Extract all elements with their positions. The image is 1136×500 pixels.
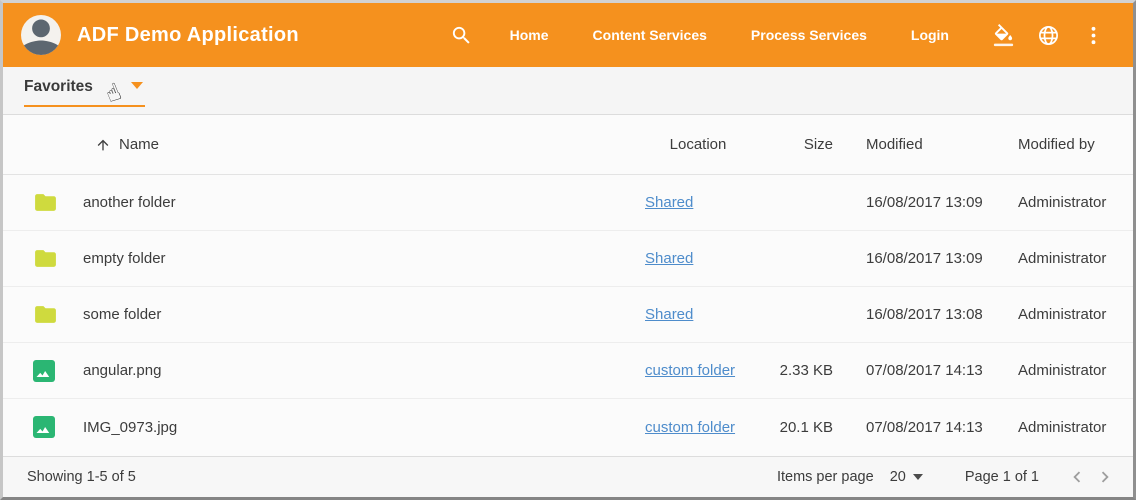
modified-by: Administrator xyxy=(1013,306,1109,323)
table-row[interactable]: some folder Shared 16/08/2017 13:08 Admi… xyxy=(3,287,1133,343)
app-window: ADF Demo Application Home Content Servic… xyxy=(0,0,1136,500)
showing-count: Showing 1-5 of 5 xyxy=(27,469,136,485)
header-icon-cluster xyxy=(989,21,1107,49)
previous-page-button[interactable] xyxy=(1063,463,1091,491)
nav-item-home[interactable]: Home xyxy=(510,27,549,43)
modified-date: 07/08/2017 14:13 xyxy=(833,419,1013,436)
file-name: some folder xyxy=(83,306,621,323)
avatar[interactable] xyxy=(21,15,61,55)
sort-ascending-icon xyxy=(95,137,111,153)
image-icon xyxy=(33,360,55,382)
folder-icon xyxy=(33,302,58,327)
color-fill-icon[interactable] xyxy=(989,21,1017,49)
location-link[interactable]: Shared xyxy=(645,194,693,211)
column-header-modified-by[interactable]: Modified by xyxy=(1013,136,1109,153)
table-row[interactable]: angular.png custom folder 2.33 KB 07/08/… xyxy=(3,343,1133,399)
person-icon xyxy=(21,15,61,55)
column-header-size[interactable]: Size xyxy=(751,136,833,153)
modified-date: 07/08/2017 14:13 xyxy=(833,362,1013,379)
modified-by: Administrator xyxy=(1013,250,1109,267)
app-title: ADF Demo Application xyxy=(77,24,299,47)
column-header-name-label: Name xyxy=(119,136,159,153)
file-type-cell xyxy=(27,416,83,438)
location-link[interactable]: custom folder xyxy=(645,362,735,379)
modified-date: 16/08/2017 13:08 xyxy=(833,306,1013,323)
favorites-dropdown[interactable]: Favorites xyxy=(24,78,145,107)
more-options-icon[interactable] xyxy=(1079,21,1107,49)
file-name: another folder xyxy=(83,194,621,211)
nav-item-login[interactable]: Login xyxy=(911,27,949,43)
favorites-label: Favorites xyxy=(24,78,93,96)
column-header-modified[interactable]: Modified xyxy=(833,136,1013,153)
modified-date: 16/08/2017 13:09 xyxy=(833,194,1013,211)
folder-icon xyxy=(33,190,58,215)
location-link[interactable]: Shared xyxy=(645,306,693,323)
items-per-page-value: 20 xyxy=(890,469,906,485)
file-name: angular.png xyxy=(83,362,621,379)
language-globe-icon[interactable] xyxy=(1034,21,1062,49)
folder-icon xyxy=(33,246,58,271)
chevron-down-icon xyxy=(131,82,143,89)
nav-item-content-services[interactable]: Content Services xyxy=(593,27,707,43)
document-list: Name Location Size Modified Modified by … xyxy=(3,115,1133,456)
modified-by: Administrator xyxy=(1013,362,1109,379)
next-page-button[interactable] xyxy=(1091,463,1119,491)
modified-by: Administrator xyxy=(1013,194,1109,211)
app-header: ADF Demo Application Home Content Servic… xyxy=(3,3,1133,67)
location-link[interactable]: custom folder xyxy=(645,419,735,436)
image-icon xyxy=(33,416,55,438)
file-type-cell xyxy=(27,246,83,271)
chevron-left-icon xyxy=(1066,466,1088,488)
table-body: another folder Shared 16/08/2017 13:09 A… xyxy=(3,175,1133,455)
modified-date: 16/08/2017 13:09 xyxy=(833,250,1013,267)
nav-item-process-services[interactable]: Process Services xyxy=(751,27,867,43)
file-name: empty folder xyxy=(83,250,621,267)
modified-by: Administrator xyxy=(1013,419,1109,436)
file-name: IMG_0973.jpg xyxy=(83,419,621,436)
items-per-page-select[interactable]: 20 xyxy=(886,467,927,487)
table-header-row: Name Location Size Modified Modified by xyxy=(3,115,1133,175)
chevron-right-icon xyxy=(1094,466,1116,488)
pagination-footer: Showing 1-5 of 5 Items per page 20 Page … xyxy=(3,456,1133,497)
file-type-cell xyxy=(27,190,83,215)
file-type-cell xyxy=(27,302,83,327)
table-row[interactable]: another folder Shared 16/08/2017 13:09 A… xyxy=(3,175,1133,231)
location-link[interactable]: Shared xyxy=(645,250,693,267)
main-nav: Home Content Services Process Services L… xyxy=(510,27,949,43)
chevron-down-icon xyxy=(913,474,923,480)
items-per-page-label: Items per page xyxy=(777,469,874,485)
file-size: 2.33 KB xyxy=(751,362,833,379)
table-row[interactable]: IMG_0973.jpg custom folder 20.1 KB 07/08… xyxy=(3,399,1133,455)
column-header-location[interactable]: Location xyxy=(621,136,751,153)
page-status: Page 1 of 1 xyxy=(965,469,1039,485)
search-icon[interactable] xyxy=(448,21,476,49)
file-type-cell xyxy=(27,360,83,382)
table-row[interactable]: empty folder Shared 16/08/2017 13:09 Adm… xyxy=(3,231,1133,287)
column-header-name[interactable]: Name xyxy=(83,136,621,153)
view-toolbar: Favorites ☝ xyxy=(3,67,1133,115)
file-size: 20.1 KB xyxy=(751,419,833,436)
